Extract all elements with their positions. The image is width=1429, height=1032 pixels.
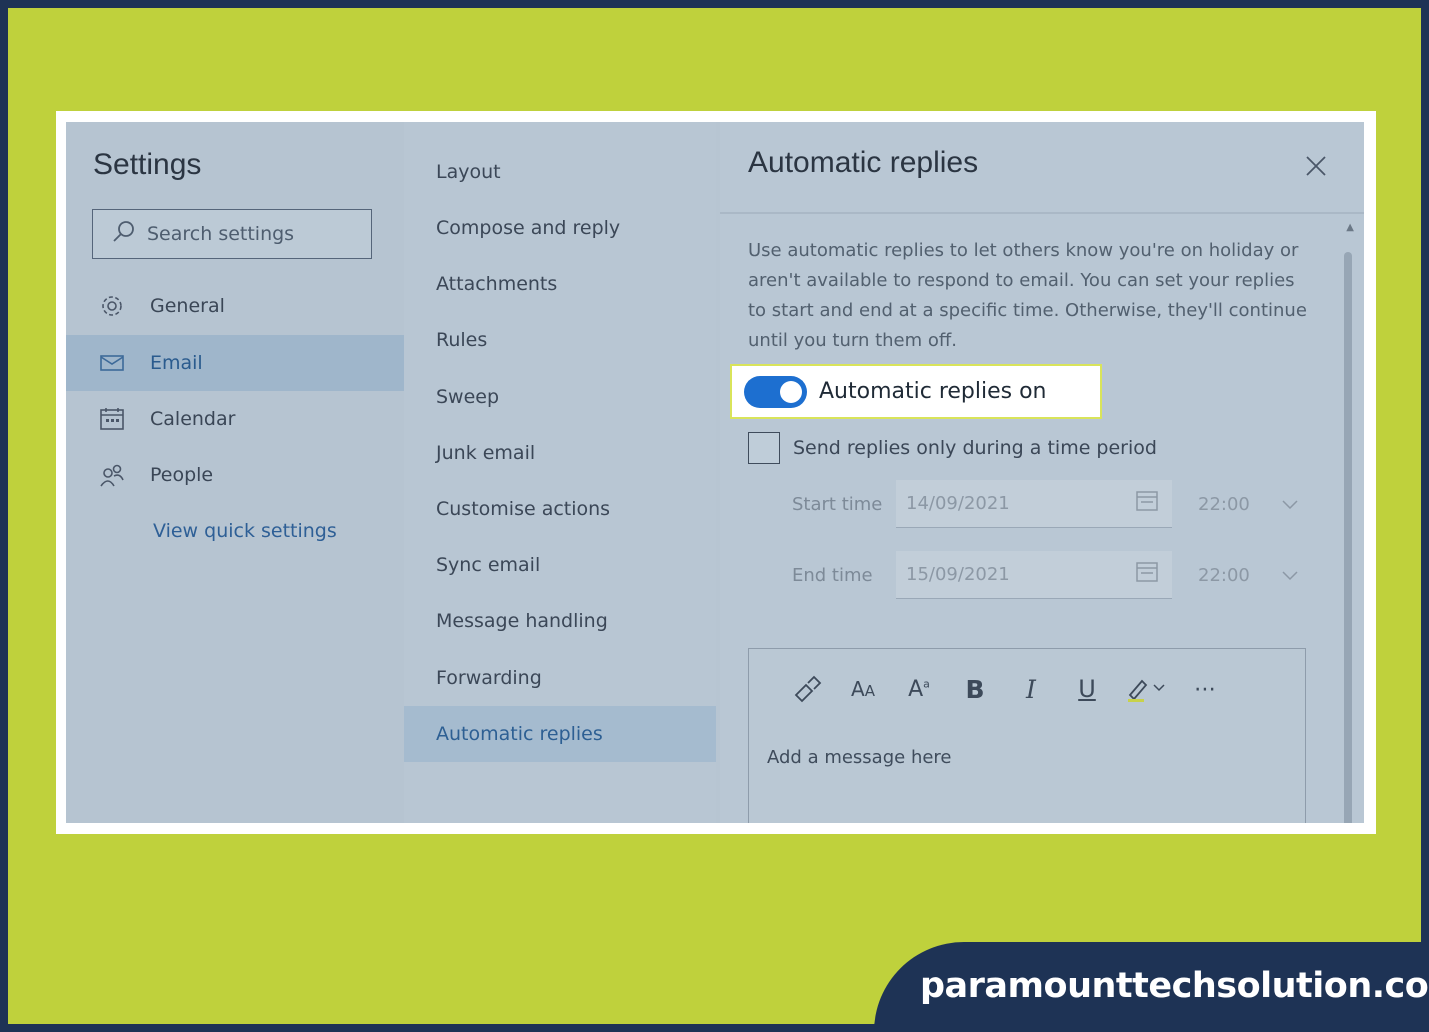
menu-item-automatic-replies[interactable]: Automatic replies <box>404 706 716 762</box>
format-painter-icon <box>794 675 822 703</box>
automatic-replies-toggle-row[interactable]: Automatic replies on <box>730 364 1102 419</box>
start-hour-dropdown[interactable]: 22:00 <box>1188 480 1308 528</box>
nav-item-calendar[interactable]: Calendar <box>66 391 404 447</box>
time-period-checkbox[interactable] <box>748 432 780 464</box>
menu-item-message-handling[interactable]: Message handling <box>404 593 716 649</box>
menu-item-customise-actions[interactable]: Customise actions <box>404 481 716 537</box>
end-hour-value: 22:00 <box>1198 564 1250 586</box>
panel-description: Use automatic replies to let others know… <box>748 240 1307 351</box>
end-time-row: End time 15/09/2021 22:00 <box>792 551 1308 599</box>
menu-item-junk-email[interactable]: Junk email <box>404 425 716 481</box>
menu-item-compose-and-reply[interactable]: Compose and reply <box>404 200 716 256</box>
nav-item-label: General <box>150 295 225 317</box>
time-period-checkbox-row[interactable]: Send replies only during a time period <box>748 432 1157 464</box>
nav-item-label: Email <box>150 352 203 374</box>
automatic-replies-panel: Automatic replies ▲ Use automatic replie… <box>720 122 1364 823</box>
people-icon <box>98 461 126 489</box>
superscript-button[interactable]: Aa <box>891 669 947 709</box>
end-time-label: End time <box>792 564 873 586</box>
toggle-knob <box>780 380 802 403</box>
automatic-replies-toggle[interactable] <box>744 375 807 408</box>
start-date-value: 14/09/2021 <box>906 493 1010 514</box>
gear-icon <box>98 292 126 320</box>
chevron-down-icon <box>1282 565 1298 586</box>
more-options-button[interactable]: ⋯ <box>1177 669 1233 709</box>
search-box[interactable] <box>92 209 372 259</box>
underline-icon: U <box>1078 675 1096 703</box>
scroll-up-arrow[interactable]: ▲ <box>1346 222 1354 233</box>
underline-button[interactable]: U <box>1059 669 1115 709</box>
menu-item-sweep[interactable]: Sweep <box>404 369 716 425</box>
highlight-button[interactable] <box>1115 669 1177 709</box>
search-input[interactable] <box>147 223 367 245</box>
calendar-icon <box>98 405 126 433</box>
calendar-icon <box>1134 559 1160 590</box>
more-icon: ⋯ <box>1194 676 1216 702</box>
email-settings-menu: Layout Compose and reply Attachments Rul… <box>404 122 716 823</box>
menu-item-forwarding[interactable]: Forwarding <box>404 650 716 706</box>
header-divider <box>720 212 1364 214</box>
settings-sidebar: Settings General Email Calendar <box>66 122 404 823</box>
italic-icon: I <box>1026 674 1036 704</box>
superscript-icon: Aa <box>908 676 930 702</box>
italic-button[interactable]: I <box>1003 669 1059 709</box>
start-time-row: Start time 14/09/2021 22:00 <box>792 480 1308 528</box>
view-quick-settings-link[interactable]: View quick settings <box>153 520 337 542</box>
checkbox-label: Send replies only during a time period <box>793 437 1157 459</box>
close-icon <box>1306 156 1326 176</box>
settings-title: Settings <box>93 148 202 181</box>
message-editor[interactable]: AA Aa B I U ⋯ <box>748 648 1306 823</box>
settings-window: Settings General Email Calendar <box>66 122 1364 823</box>
highlight-icon <box>1128 679 1165 702</box>
end-hour-dropdown[interactable]: 22:00 <box>1188 551 1308 599</box>
menu-item-rules[interactable]: Rules <box>404 312 716 368</box>
scrollbar[interactable] <box>1344 252 1352 823</box>
menu-item-sync-email[interactable]: Sync email <box>404 537 716 593</box>
chevron-down-icon <box>1282 494 1298 515</box>
nav-item-label: Calendar <box>150 408 236 430</box>
watermark-text: paramounttechsolution.com <box>920 966 1429 1006</box>
panel-title: Automatic replies <box>748 146 979 179</box>
nav-item-people[interactable]: People <box>66 447 404 503</box>
end-date-value: 15/09/2021 <box>906 564 1010 585</box>
formatting-toolbar: AA Aa B I U ⋯ <box>779 669 1233 709</box>
nav-item-email[interactable]: Email <box>66 335 404 391</box>
end-date-picker[interactable]: 15/09/2021 <box>896 551 1172 599</box>
format-painter-button[interactable] <box>779 669 835 709</box>
close-button[interactable] <box>1300 150 1332 182</box>
mail-icon <box>98 349 126 377</box>
nav-item-label: People <box>150 464 214 486</box>
start-hour-value: 22:00 <box>1198 493 1250 515</box>
nav-item-general[interactable]: General <box>66 278 404 334</box>
toggle-label: Automatic replies on <box>819 379 1047 404</box>
bold-icon: B <box>965 674 985 704</box>
search-icon <box>111 219 137 249</box>
bold-button[interactable]: B <box>947 669 1003 709</box>
start-time-label: Start time <box>792 493 883 515</box>
calendar-icon <box>1134 488 1160 519</box>
font-size-button[interactable]: AA <box>835 669 891 709</box>
menu-item-layout[interactable]: Layout <box>404 144 716 200</box>
font-size-icon: AA <box>851 677 875 701</box>
start-date-picker[interactable]: 14/09/2021 <box>896 480 1172 528</box>
message-input[interactable] <box>767 747 1267 768</box>
menu-item-attachments[interactable]: Attachments <box>404 256 716 312</box>
